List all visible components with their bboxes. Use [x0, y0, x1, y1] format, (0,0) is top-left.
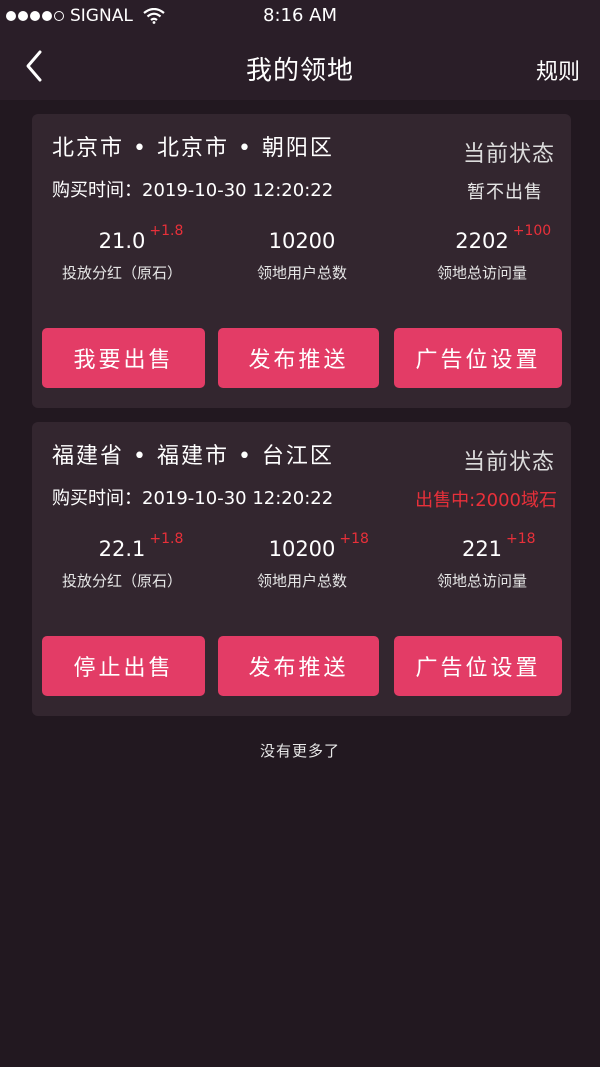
stat-label: 领地用户总数 — [256, 572, 347, 590]
territory-list: 北京市 • 北京市 • 朝阳区 当前状态 购买时间：2019-10-30 12:… — [0, 100, 600, 1067]
stat-label: 投放分红（原石） — [61, 572, 182, 590]
stat-delta: +18 — [339, 531, 369, 547]
stop-selling-button[interactable]: 停止出售 — [42, 636, 205, 696]
territory-card: 北京市 • 北京市 • 朝阳区 当前状态 购买时间：2019-10-30 12:… — [32, 114, 571, 408]
status-label: 当前状态 — [462, 450, 555, 475]
stat-label: 领地总访问量 — [436, 264, 527, 282]
status-value: 出售中:2000域石 — [415, 490, 557, 511]
sell-button[interactable]: 我要出售 — [42, 328, 205, 388]
stat-label: 领地总访问量 — [436, 572, 527, 590]
status-value: 暂不出售 — [467, 182, 543, 203]
nav-bar: 我的领地 规则 — [0, 32, 600, 100]
stat-value: 10200 — [268, 229, 336, 253]
stat-visits: 2202 +100 领地总访问量 — [392, 223, 572, 283]
purchase-time: 购买时间：2019-10-30 12:20:22 — [52, 488, 334, 509]
territory-address: 北京市 • 北京市 • 朝阳区 — [52, 136, 334, 161]
publish-push-button[interactable]: 发布推送 — [218, 328, 379, 388]
status-label: 当前状态 — [462, 142, 555, 167]
stat-user-count: 10200 +18 领地用户总数 — [212, 531, 392, 591]
publish-push-button[interactable]: 发布推送 — [218, 636, 379, 696]
ad-settings-button[interactable]: 广告位设置 — [394, 636, 562, 696]
stat-value: 10200 — [268, 537, 336, 561]
stat-value: 22.1 — [98, 537, 146, 561]
territory-card: 福建省 • 福建市 • 台江区 当前状态 购买时间：2019-10-30 12:… — [32, 422, 571, 716]
stat-visits: 221 +18 领地总访问量 — [392, 531, 572, 591]
rules-button[interactable]: 规则 — [536, 54, 580, 86]
stat-delta: +1.8 — [149, 531, 184, 547]
no-more-text: 没有更多了 — [259, 742, 340, 760]
stat-value: 21.0 — [98, 229, 146, 253]
purchase-time: 购买时间：2019-10-30 12:20:22 — [52, 180, 334, 201]
stat-delta: +100 — [512, 223, 552, 239]
stat-user-count: 10200 领地用户总数 — [212, 226, 392, 283]
territory-address: 福建省 • 福建市 • 台江区 — [52, 444, 334, 469]
stat-dividend: 21.0 +1.8 投放分红（原石） — [32, 223, 212, 283]
stat-value: 2202 — [455, 229, 509, 253]
stat-delta: +1.8 — [149, 223, 184, 239]
clock: 8:16 AM — [263, 5, 337, 26]
page-title: 我的领地 — [245, 56, 354, 86]
status-bar: SIGNAL 8:16 AM — [0, 0, 600, 32]
stat-label: 投放分红（原石） — [61, 264, 182, 282]
stat-label: 领地用户总数 — [256, 264, 347, 282]
ad-settings-button[interactable]: 广告位设置 — [394, 328, 562, 388]
stat-dividend: 22.1 +1.8 投放分红（原石） — [32, 531, 212, 591]
stat-delta: +18 — [506, 531, 536, 547]
stat-value: 221 — [461, 537, 503, 561]
